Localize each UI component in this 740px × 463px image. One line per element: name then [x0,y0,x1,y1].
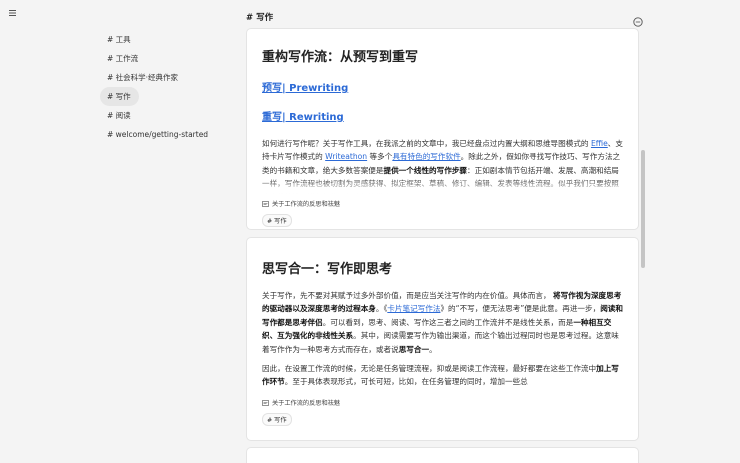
sidebar: # 工具 # 工作流 # 社会科学·经典作家 # 写作 # 阅读 # welco… [100,30,240,144]
inline-link[interactable]: Effie [591,139,608,148]
sidebar-item-getting-started[interactable]: # welcome/getting-started [100,125,216,144]
note-body: 如何进行写作呢？关于写作工具，在我派之前的文章中，我已经盘点过内置大纲和思维导图… [262,139,623,194]
sidebar-item-workflow[interactable]: # 工作流 [100,49,146,68]
note-card[interactable]: 重构写作流：从预写到重写 预写| Prewriting 重写| Rewritin… [246,28,639,230]
menu-icon[interactable] [8,8,18,18]
note-card[interactable]: 思写合一：写作即思考 关于写作，先不要对其赋予过多外部价值，而是应当关注写作的内… [246,237,639,441]
inline-link[interactable]: 具有特色的写作软件 [392,152,460,161]
sidebar-item-social-science[interactable]: # 社会科学·经典作家 [100,68,186,87]
tag-chip[interactable]: # 写作 [262,413,292,426]
page-title: # 写作 [246,13,274,23]
inline-link[interactable]: 卡片笔记写作法 [387,304,440,313]
sidebar-item-reading[interactable]: # 阅读 [100,106,139,125]
note-title: 重构写作流：从预写到重写 [262,50,419,65]
sidebar-item-writing[interactable]: # 写作 [100,87,139,106]
scrollbar-thumb[interactable] [641,150,645,268]
more-options-icon[interactable] [633,12,643,27]
note-heading-link[interactable]: 重写| Rewriting [262,108,623,123]
reference-icon [262,399,269,406]
note-reference[interactable]: 关于工作流的反思和祛魅 [262,199,623,208]
note-title: 思写合一：写作即思考 [262,262,393,277]
sidebar-item-tools[interactable]: # 工具 [100,30,139,49]
reference-icon [262,200,269,207]
note-heading-link[interactable]: 预写| Prewriting [262,79,623,94]
note-body: 关于写作，先不要对其赋予过多外部价值，而是应当关注写作的内在价值。具体而言， 将… [262,291,623,387]
inline-link[interactable]: Writeathon [325,152,367,161]
tag-chip[interactable]: # 写作 [262,214,292,227]
note-card[interactable] [246,447,639,463]
note-reference[interactable]: 关于工作流的反思和祛魅 [262,398,623,407]
